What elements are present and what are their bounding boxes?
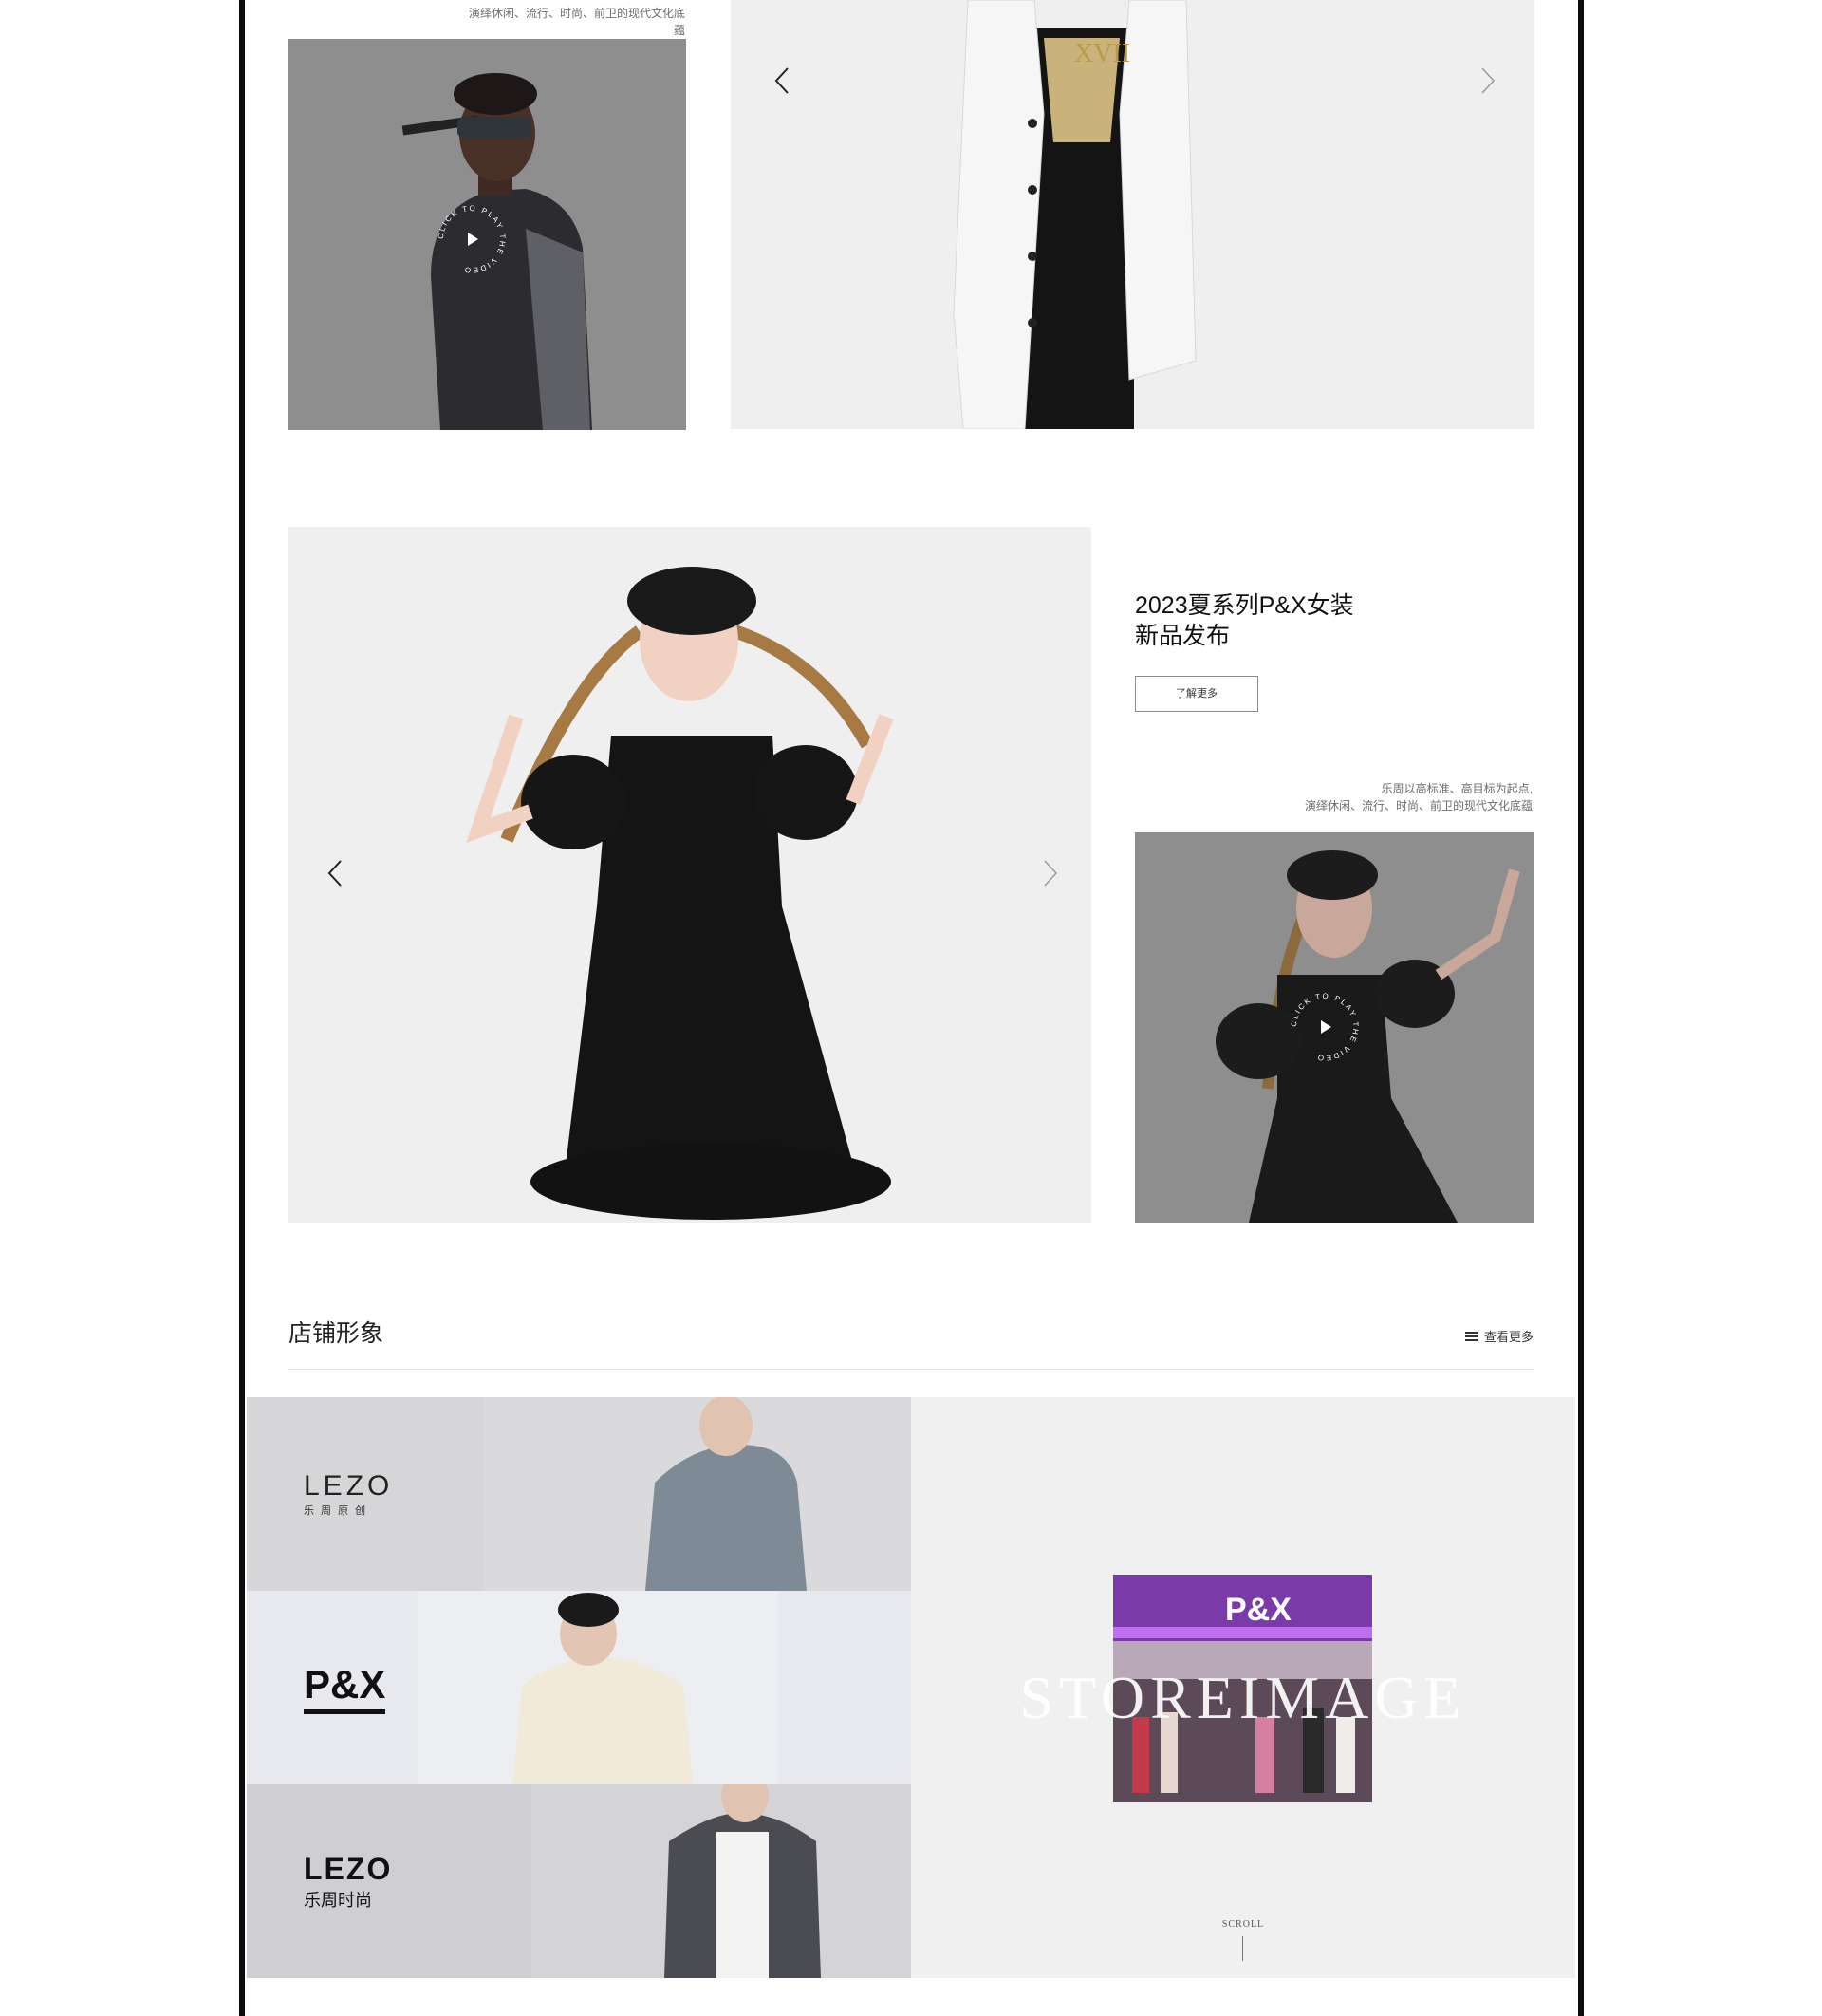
feature-slogan-line1: 乐周以高标准、高目标为起点, [1381, 782, 1533, 795]
feature-carousel-next[interactable] [1035, 859, 1064, 887]
top-carousel: XVII [731, 0, 1534, 429]
feature-title-line1: 2023夏系列P&X女装 [1135, 592, 1354, 619]
brand-row-lezo-fashion[interactable]: LEZO 乐周时尚 [247, 1784, 911, 1978]
list-icon [1465, 1331, 1478, 1341]
brand-row-lezo-original[interactable]: LEZO 乐 周 原 创 [247, 1397, 911, 1591]
top-video-thumbnail[interactable]: CLICK TO PLAY THE VIDEO [288, 39, 686, 430]
top-carousel-next[interactable] [1473, 66, 1501, 95]
chevron-left-icon [327, 860, 342, 887]
feature-video-thumbnail[interactable]: CLICK TO PLAY THE VIDEO [1135, 832, 1534, 1223]
scroll-indicator[interactable] [1242, 1936, 1243, 1961]
play-icon: CLICK TO PLAY THE VIDEO [437, 204, 505, 274]
play-video-button[interactable]: CLICK TO PLAY THE VIDEO [1287, 989, 1363, 1070]
view-more-label: 查看更多 [1484, 1330, 1534, 1344]
chevron-right-icon [1481, 67, 1496, 94]
jacket-model-photo: XVII [731, 0, 1534, 429]
feature-title-line2: 新品发布 [1135, 623, 1231, 649]
top-carousel-prev[interactable] [769, 66, 797, 95]
view-more-link[interactable]: 查看更多 [1465, 1327, 1534, 1345]
top-slogan: 演绎休闲、流行、时尚、前卫的现代文化底蕴 [468, 7, 685, 37]
feature-slogan-line2: 演绎休闲、流行、时尚、前卫的现代文化底蕴 [1304, 799, 1533, 812]
svg-text:XVII: XVII [1074, 39, 1130, 68]
brand-logo-lezo-original: LEZO 乐 周 原 创 [304, 1470, 394, 1517]
store-divider [288, 1369, 1534, 1370]
frame-left-border [239, 0, 245, 2016]
scroll-label: SCROLL [1221, 1919, 1265, 1930]
brand-logo-lezo-fashion: LEZO 乐周时尚 [304, 1851, 393, 1910]
chevron-right-icon [1044, 860, 1058, 887]
feature-carousel [288, 527, 1091, 1223]
store-image-heading: STOREIMAGE [1019, 1664, 1467, 1731]
learn-more-button[interactable]: 了解更多 [1135, 676, 1258, 712]
play-icon: CLICK TO PLAY THE VIDEO [1290, 992, 1358, 1062]
play-video-button[interactable]: CLICK TO PLAY THE VIDEO [434, 201, 510, 282]
feature-carousel-prev[interactable] [322, 859, 350, 887]
store-image-panel: P&X STOREIMAGE SCROLL [911, 1397, 1575, 1978]
brand-logo-px: P&X [304, 1591, 386, 1784]
store-sign-text: P&X [1225, 1592, 1292, 1628]
chevron-left-icon [774, 67, 789, 94]
brand-row-px[interactable]: P&X [247, 1591, 911, 1784]
dress-model-photo [288, 527, 1091, 1223]
frame-right-border [1578, 0, 1584, 2016]
store-section-title: 店铺形象 [288, 1320, 384, 1347]
